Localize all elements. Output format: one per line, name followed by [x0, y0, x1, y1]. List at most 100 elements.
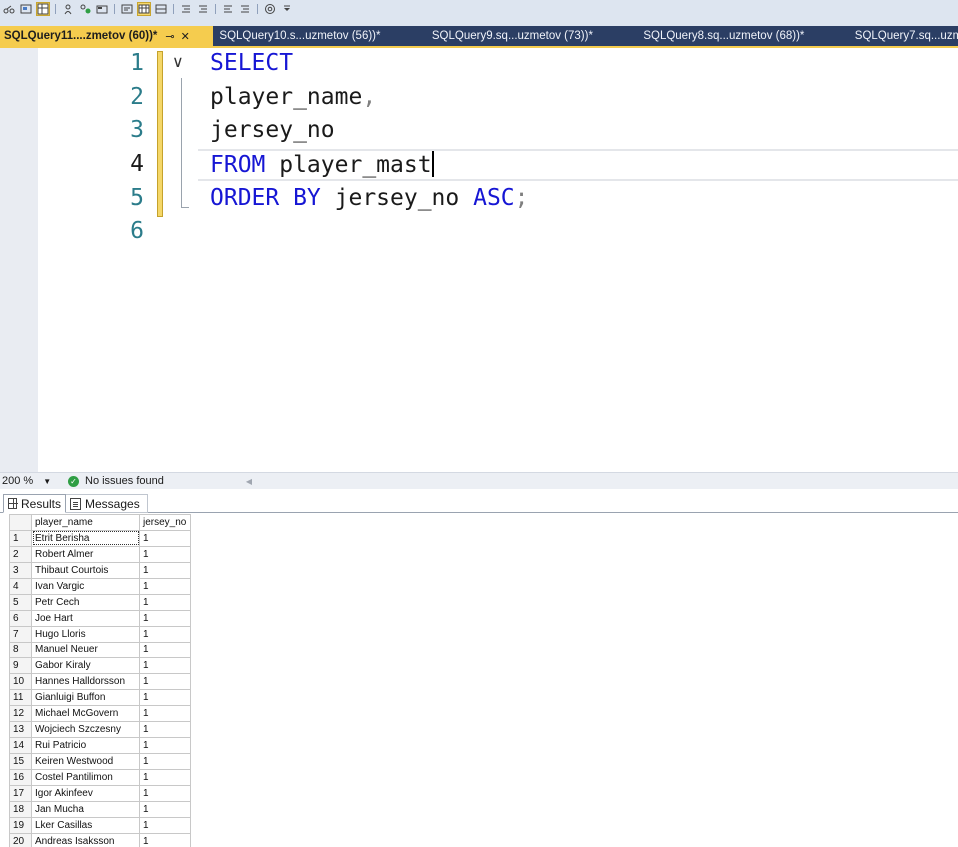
row-number[interactable]: 4	[9, 577, 32, 595]
tab-sqlquery11[interactable]: SQLQuery11....zmetov (60))* ⊸ ✕	[0, 26, 214, 46]
column-header[interactable]: player_name	[31, 514, 140, 531]
column-header[interactable]: jersey_no	[139, 514, 191, 531]
cell-jersey-no[interactable]: 1	[139, 609, 191, 627]
tab-messages[interactable]: Messages	[66, 494, 148, 513]
increase-indent-icon[interactable]	[179, 2, 193, 16]
row-number[interactable]: 17	[9, 784, 32, 802]
query-editor[interactable]: 1 2 3 4 5 6 ∨ SELECT player_name, jersey…	[0, 48, 958, 472]
cell-player-name[interactable]: Etrit Berisha	[31, 529, 140, 547]
table-row[interactable]: 5 Petr Cech 1	[9, 593, 191, 611]
pin-icon[interactable]: ⊸	[165, 30, 174, 43]
cell-jersey-no[interactable]: 1	[139, 545, 191, 563]
include-actual-plan-icon[interactable]	[2, 2, 16, 16]
row-number[interactable]: 11	[9, 689, 32, 707]
cell-jersey-no[interactable]: 1	[139, 577, 191, 595]
table-row[interactable]: 12 Michael McGovern 1	[9, 705, 191, 723]
live-statistics-icon[interactable]	[95, 2, 109, 16]
row-number[interactable]: 20	[9, 832, 32, 847]
cell-jersey-no[interactable]: 1	[139, 832, 191, 847]
tab-sqlquery8[interactable]: SQLQuery8.sq...uzmetov (68))*	[637, 26, 848, 46]
cell-player-name[interactable]: Michael McGovern	[31, 705, 140, 723]
row-number[interactable]: 6	[9, 609, 32, 627]
table-row[interactable]: 9 Gabor Kiraly 1	[9, 657, 191, 675]
align-right-icon[interactable]	[238, 2, 252, 16]
cell-player-name[interactable]: Andreas Isaksson	[31, 832, 140, 847]
cell-player-name[interactable]: Keiren Westwood	[31, 753, 140, 770]
row-number[interactable]: 12	[9, 705, 32, 723]
table-row[interactable]: 18 Jan Mucha 1	[9, 800, 191, 818]
table-row[interactable]: 13 Wojciech Szczesny 1	[9, 721, 191, 739]
cell-jersey-no[interactable]: 1	[139, 769, 191, 786]
zoom-dropdown[interactable]: 200 % ▼	[0, 475, 60, 487]
cell-jersey-no[interactable]: 1	[139, 689, 191, 707]
row-number[interactable]: 5	[9, 593, 32, 611]
toolbar-options-icon[interactable]	[280, 2, 294, 16]
table-row[interactable]: 8 Manuel Neuer 1	[9, 641, 191, 659]
align-left-icon[interactable]	[221, 2, 235, 16]
cell-jersey-no[interactable]: 1	[139, 800, 191, 818]
cell-player-name[interactable]: Gianluigi Buffon	[31, 689, 140, 707]
cell-jersey-no[interactable]: 1	[139, 753, 191, 770]
cell-jersey-no[interactable]: 1	[139, 737, 191, 755]
issues-indicator[interactable]: ✓ No issues found	[68, 475, 164, 487]
table-row[interactable]: 6 Joe Hart 1	[9, 609, 191, 627]
cell-jersey-no[interactable]: 1	[139, 529, 191, 547]
uncomment-icon[interactable]	[137, 1, 151, 16]
table-row[interactable]: 7 Hugo Lloris 1	[9, 625, 191, 643]
decrease-indent-icon[interactable]	[154, 2, 168, 16]
row-number[interactable]: 13	[9, 721, 32, 739]
cell-player-name[interactable]: Robert Almer	[31, 545, 140, 563]
cell-player-name[interactable]: Manuel Neuer	[31, 641, 140, 659]
row-number[interactable]: 10	[9, 673, 32, 691]
cell-player-name[interactable]: Petr Cech	[31, 593, 140, 611]
cell-jersey-no[interactable]: 1	[139, 705, 191, 723]
cell-player-name[interactable]: Jan Mucha	[31, 800, 140, 818]
table-row[interactable]: 4 Ivan Vargic 1	[9, 577, 191, 595]
row-number[interactable]: 14	[9, 737, 32, 755]
cell-jersey-no[interactable]: 1	[139, 641, 191, 659]
cell-jersey-no[interactable]: 1	[139, 721, 191, 739]
tab-sqlquery10[interactable]: SQLQuery10.s...uzmetov (56))*	[213, 26, 425, 46]
cell-player-name[interactable]: Ivan Vargic	[31, 577, 140, 595]
results-to-text-icon[interactable]	[61, 2, 75, 16]
table-row[interactable]: 17 Igor Akinfeev 1	[9, 784, 191, 802]
cell-jersey-no[interactable]: 1	[139, 593, 191, 611]
row-number[interactable]: 7	[9, 625, 32, 643]
row-number[interactable]: 19	[9, 816, 32, 834]
cell-player-name[interactable]: Gabor Kiraly	[31, 657, 140, 675]
table-row[interactable]: 2 Robert Almer 1	[9, 545, 191, 563]
at-sign-icon[interactable]	[263, 2, 277, 16]
table-row[interactable]: 3 Thibaut Courtois 1	[9, 561, 191, 579]
tab-sqlquery7[interactable]: SQLQuery7.sq...uzm	[849, 26, 958, 46]
cell-player-name[interactable]: Rui Patricio	[31, 737, 140, 755]
table-row[interactable]: 1 Etrit Berisha 1	[9, 529, 191, 547]
scroll-left-icon[interactable]: ◀	[246, 477, 252, 486]
cell-jersey-no[interactable]: 1	[139, 561, 191, 579]
table-row[interactable]: 15 Keiren Westwood 1	[9, 753, 191, 770]
specify-values-icon[interactable]	[196, 2, 210, 16]
comment-icon[interactable]	[120, 2, 134, 16]
table-row[interactable]: 10 Hannes Halldorsson 1	[9, 673, 191, 691]
results-to-grid-icon[interactable]	[36, 1, 50, 16]
cell-player-name[interactable]: Wojciech Szczesny	[31, 721, 140, 739]
cell-jersey-no[interactable]: 1	[139, 625, 191, 643]
table-row[interactable]: 16 Costel Pantilimon 1	[9, 769, 191, 786]
tab-results[interactable]: Results	[3, 494, 66, 513]
row-number[interactable]: 1	[9, 529, 32, 547]
table-row[interactable]: 20 Andreas Isaksson 1	[9, 832, 191, 847]
tab-sqlquery9[interactable]: SQLQuery9.sq...uzmetov (73))*	[426, 26, 637, 46]
cell-player-name[interactable]: Joe Hart	[31, 609, 140, 627]
row-number[interactable]: 9	[9, 657, 32, 675]
table-row[interactable]: 14 Rui Patricio 1	[9, 737, 191, 755]
display-estimated-plan-icon[interactable]	[19, 2, 33, 16]
cell-jersey-no[interactable]: 1	[139, 784, 191, 802]
cell-player-name[interactable]: Lker Casillas	[31, 816, 140, 834]
cell-player-name[interactable]: Thibaut Courtois	[31, 561, 140, 579]
row-number[interactable]: 8	[9, 641, 32, 659]
table-row[interactable]: 19 Lker Casillas 1	[9, 816, 191, 834]
table-row[interactable]: 11 Gianluigi Buffon 1	[9, 689, 191, 707]
cell-player-name[interactable]: Costel Pantilimon	[31, 769, 140, 786]
cell-player-name[interactable]: Hugo Lloris	[31, 625, 140, 643]
row-number[interactable]: 3	[9, 561, 32, 579]
cell-player-name[interactable]: Hannes Halldorsson	[31, 673, 140, 691]
